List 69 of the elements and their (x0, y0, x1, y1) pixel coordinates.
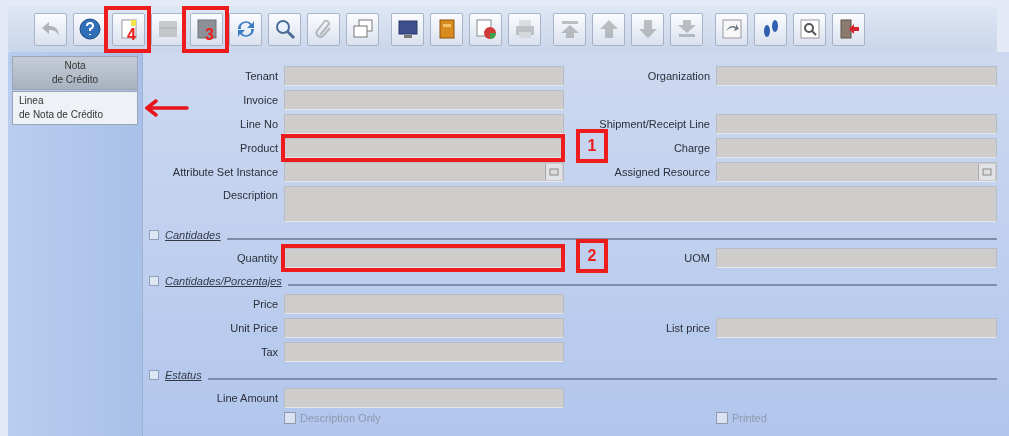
curved-arrow-button[interactable] (715, 12, 748, 46)
section-title: Cantidades (165, 229, 221, 241)
input-field[interactable] (284, 66, 564, 86)
input-field[interactable] (716, 248, 997, 268)
callout-number: 4 (127, 26, 136, 43)
input-field[interactable] (716, 162, 997, 182)
input-field[interactable] (284, 388, 564, 408)
book-button[interactable] (430, 12, 463, 46)
windows-icon (350, 17, 375, 41)
callout-number: 3 (205, 26, 214, 43)
input-field[interactable] (716, 138, 997, 158)
input-field[interactable] (284, 318, 564, 338)
field-label: Product (240, 142, 278, 154)
lookup-button[interactable] (978, 164, 995, 180)
input-field[interactable] (284, 114, 564, 134)
refresh-button[interactable] (229, 12, 262, 46)
search-button[interactable] (268, 12, 301, 46)
field-label: Price (252, 298, 278, 310)
monitor-button[interactable] (391, 12, 424, 46)
callout-number: 2 (576, 239, 608, 273)
field-label: Quantity (237, 252, 278, 264)
magnifier-icon (797, 17, 822, 41)
lookup-button[interactable] (545, 164, 562, 180)
document-chart-icon (473, 17, 498, 41)
field-label: Tax (260, 346, 278, 358)
list-icon (549, 167, 559, 177)
field-label: Assigned Resource (614, 166, 710, 178)
magnifier-button[interactable] (793, 12, 826, 46)
callout-frame (104, 5, 151, 53)
field-label: Charge (673, 142, 710, 154)
help-icon (77, 17, 102, 41)
field-label: Tenant (244, 70, 278, 82)
input-field[interactable] (284, 342, 564, 362)
field-label: Line No (240, 118, 278, 130)
delete-icon (194, 17, 219, 41)
collapse-toggle[interactable] (149, 370, 159, 380)
field-label: Unit Price (230, 322, 278, 334)
footprints-button[interactable] (754, 12, 787, 46)
help-button[interactable] (73, 12, 106, 46)
tab[interactable]: Nota de Crédito (12, 56, 138, 90)
callout-frame (182, 5, 229, 53)
list-icon (982, 167, 992, 177)
document-chart-button[interactable] (469, 12, 502, 46)
monitor-icon (395, 17, 420, 41)
field-label: List price (665, 322, 710, 334)
section-title: Cantidades/Porcentajes (165, 275, 282, 287)
input-field[interactable] (284, 162, 564, 182)
input-field[interactable] (284, 294, 564, 314)
field-label: Description (222, 188, 278, 201)
field-label: Organization (647, 70, 710, 82)
windows-button[interactable] (346, 12, 379, 46)
input-field[interactable] (716, 318, 997, 338)
field-label: Line Amount (216, 392, 278, 404)
delete-button[interactable] (190, 12, 223, 46)
input-field[interactable] (284, 90, 564, 110)
callout-number: 1 (576, 129, 608, 163)
field-label: Shipment/Receipt Line (599, 118, 710, 130)
tab[interactable]: Linea de Nota de Crédito (12, 91, 138, 125)
exit-door-button[interactable] (832, 12, 865, 46)
input-field[interactable] (716, 66, 997, 86)
page-button[interactable] (112, 12, 145, 46)
collapse-toggle[interactable] (149, 230, 159, 240)
collapse-toggle[interactable] (149, 276, 159, 286)
field-label: Attribute Set Instance (172, 166, 278, 178)
text-area[interactable] (284, 186, 997, 222)
section-title: Estatus (165, 369, 202, 381)
input-field[interactable] (716, 114, 997, 134)
field-label: UOM (684, 252, 710, 264)
field-label: Invoice (243, 94, 278, 106)
